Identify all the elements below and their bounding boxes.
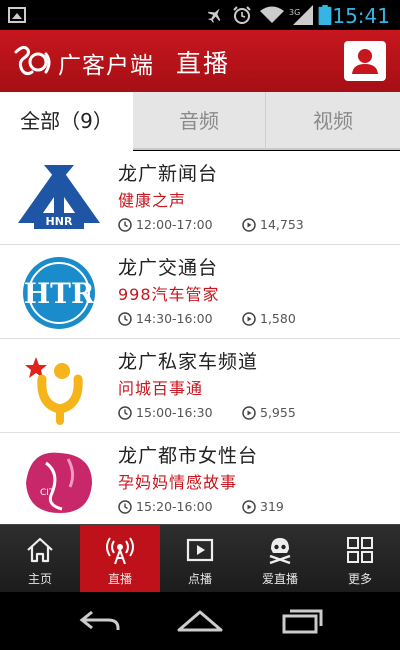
nav-home[interactable]: 主页: [0, 525, 80, 593]
user-icon: [352, 49, 378, 74]
nav-label: 更多: [347, 572, 372, 586]
program-name: 孕妈妈情感故事: [118, 473, 238, 492]
back-icon[interactable]: [78, 608, 122, 634]
nav-label: 点播: [187, 572, 212, 586]
bottom-navigation: 主页 直播 点播 爱直播 更多: [0, 524, 400, 593]
air-time: 12:00-17:00: [136, 217, 213, 232]
clock-icon: [118, 217, 132, 232]
clock: 15:41: [332, 4, 390, 28]
svg-text:3G: 3G: [289, 8, 300, 17]
program-name: 健康之声: [118, 191, 187, 210]
page-title: 直播: [176, 49, 231, 78]
play-icon: [186, 538, 214, 562]
cit-logo-icon: CIT: [26, 452, 92, 513]
tab-audio[interactable]: 音频: [133, 92, 266, 150]
nav-more[interactable]: 更多: [320, 525, 400, 593]
system-navigation-bar: [0, 592, 400, 650]
tab-video[interactable]: 视频: [266, 92, 400, 150]
nav-label: 主页: [27, 572, 52, 586]
air-time: 15:20-16:00: [136, 499, 213, 514]
star-person-logo-icon: [25, 357, 83, 425]
station-meta: 15:20-16:00 319: [118, 499, 284, 514]
htr-logo-icon: HTR: [23, 257, 95, 329]
list-item[interactable]: HNR 龙广新闻台 健康之声 12:00-17:00 14,753: [0, 151, 400, 245]
program-name: 问城百事通: [118, 379, 204, 398]
home-icon: [27, 537, 53, 563]
app-name: 广客户端: [58, 53, 154, 79]
battery-icon: [318, 5, 332, 25]
pirate-icon: [269, 538, 291, 565]
grid-icon: [347, 537, 373, 563]
play-count: 5,955: [260, 405, 296, 420]
air-time: 15:00-16:30: [136, 405, 213, 420]
tab-all[interactable]: 全部（9）: [0, 92, 133, 152]
play-count: 14,753: [260, 217, 304, 232]
logo-icon: [14, 45, 51, 76]
list-item[interactable]: HTR 龙广交通台 998汽车管家 14:30-16:00 1,580: [0, 245, 400, 339]
list-item[interactable]: CIT 龙广都市女性台 孕妈妈情感故事 15:20-16:00 319: [0, 433, 400, 524]
user-button[interactable]: [344, 41, 386, 81]
airplane-mode-icon: [207, 8, 221, 23]
nav-label: 爱直播: [261, 572, 298, 586]
play-count-icon: [242, 499, 256, 514]
station-name: 龙广交通台: [118, 257, 219, 279]
program-name: 998汽车管家: [118, 285, 220, 304]
signal-icon: 3G: [289, 5, 313, 25]
play-count-icon: [242, 217, 256, 232]
clock-icon: [118, 311, 132, 326]
wifi-icon: [260, 6, 284, 23]
home-outline-icon[interactable]: [176, 608, 224, 634]
air-time: 14:30-16:00: [136, 311, 213, 326]
alarm-icon: [233, 6, 251, 24]
svg-text:HTR: HTR: [24, 277, 95, 310]
clock-icon: [118, 499, 132, 514]
list-item[interactable]: 龙广私家车频道 问城百事通 15:00-16:30 5,955: [0, 339, 400, 433]
station-name: 龙广新闻台: [118, 163, 219, 185]
category-tabs: 全部（9） 音频 视频: [0, 92, 400, 152]
nav-live[interactable]: 直播: [80, 525, 160, 593]
play-count: 1,580: [260, 311, 296, 326]
picture-icon: [8, 7, 26, 23]
clock-icon: [118, 405, 132, 420]
nav-label: 直播: [107, 572, 132, 586]
recents-icon[interactable]: [280, 608, 324, 634]
svg-text:HNR: HNR: [46, 215, 73, 228]
station-meta: 14:30-16:00 1,580: [118, 311, 296, 326]
status-bar: 3G 15:41: [0, 0, 400, 30]
play-count-icon: [242, 311, 256, 326]
play-count-icon: [242, 405, 256, 420]
nav-love-live[interactable]: 爱直播: [240, 525, 320, 593]
play-count: 319: [260, 499, 284, 514]
hnr-logo-icon: HNR: [18, 165, 100, 229]
station-meta: 15:00-16:30 5,955: [118, 405, 296, 420]
app-header: 广客户端 直播: [0, 30, 400, 92]
station-name: 龙广私家车频道: [118, 351, 259, 373]
station-list: HNR 龙广新闻台 健康之声 12:00-17:00 14,753 HTR 龙广…: [0, 151, 400, 524]
svg-text:CIT: CIT: [40, 488, 55, 498]
broadcast-icon: [106, 537, 134, 565]
station-name: 龙广都市女性台: [118, 445, 259, 467]
station-meta: 12:00-17:00 14,753: [118, 217, 304, 232]
nav-on-demand[interactable]: 点播: [160, 525, 240, 593]
